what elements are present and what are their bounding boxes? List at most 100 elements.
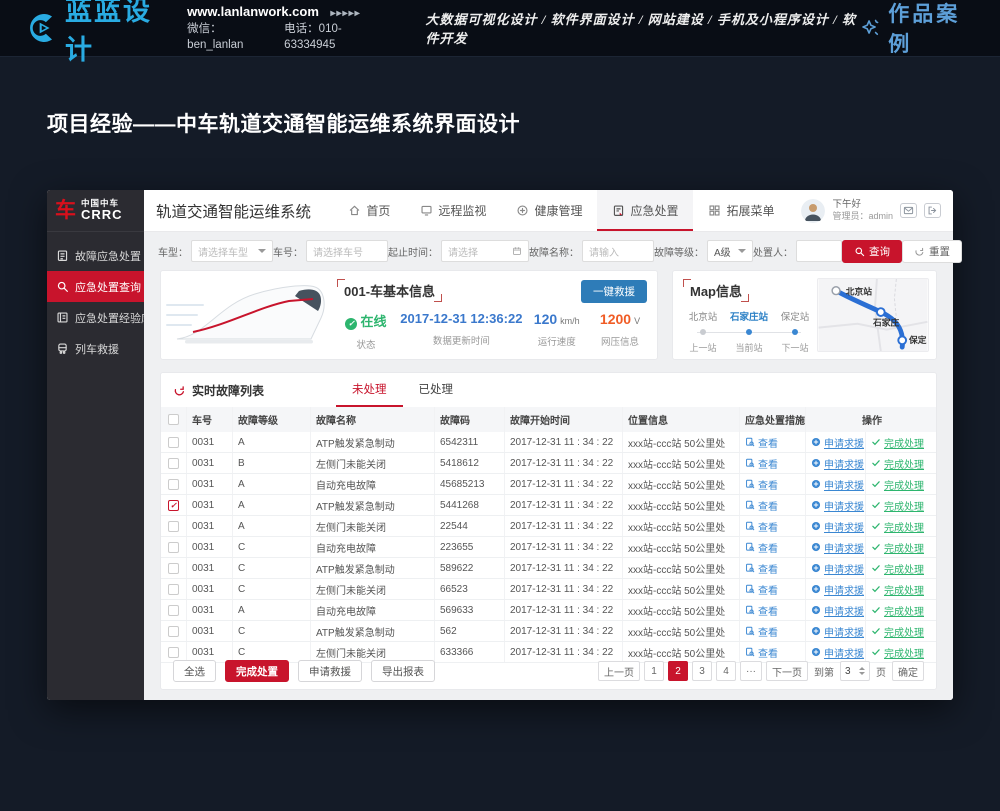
row-checkbox[interactable] xyxy=(161,537,187,557)
complete-action[interactable]: 完成处理 xyxy=(866,516,938,536)
portfolio-link[interactable]: 作品案例 xyxy=(860,0,976,58)
view-action[interactable]: 查看 xyxy=(740,537,806,557)
view-action[interactable]: 查看 xyxy=(740,453,806,473)
row-checkbox[interactable] xyxy=(161,432,187,452)
view-action[interactable]: 查看 xyxy=(740,600,806,620)
request-rescue-action[interactable]: 申请求援 xyxy=(806,642,866,662)
row-checkbox[interactable] xyxy=(161,495,187,515)
plus-circle-icon xyxy=(811,605,821,615)
complete-action[interactable]: 完成处理 xyxy=(866,432,938,452)
complete-action[interactable]: 完成处理 xyxy=(866,642,938,662)
complete-action[interactable]: 完成处理 xyxy=(866,558,938,578)
sidebar-item-emergency-query[interactable]: 应急处置查询 xyxy=(47,271,144,302)
request-rescue-action[interactable]: 申请求援 xyxy=(806,600,866,620)
search-icon xyxy=(854,246,865,257)
page-button[interactable]: 上一页 xyxy=(598,661,640,681)
time-range-input[interactable]: 请选择 xyxy=(441,240,529,262)
fault-name-input[interactable]: 请输入 xyxy=(582,240,654,262)
request-rescue-action[interactable]: 申请求援 xyxy=(806,432,866,452)
table-row: 0031 A ATP触发紧急制动 5441268 2017-12-31 11 :… xyxy=(161,495,936,516)
pagination: 上一页1234···下一页 到第 3 页 确定 xyxy=(598,661,924,681)
page-jump-input[interactable]: 3 xyxy=(840,661,870,681)
view-action[interactable]: 查看 xyxy=(740,474,806,494)
request-rescue-action[interactable]: 申请求援 xyxy=(806,495,866,515)
request-rescue-action[interactable]: 申请求援 xyxy=(806,579,866,599)
complete-action[interactable]: 完成处理 xyxy=(866,579,938,599)
logout-button[interactable] xyxy=(924,203,941,218)
page-button[interactable]: 下一页 xyxy=(766,661,808,681)
view-action[interactable]: 查看 xyxy=(740,432,806,452)
request-rescue-action[interactable]: 申请求援 xyxy=(806,558,866,578)
export-report-button[interactable]: 导出报表 xyxy=(371,660,435,682)
tab-unhandled[interactable]: 未处理 xyxy=(336,373,403,407)
complete-action[interactable]: 完成处理 xyxy=(866,495,938,515)
row-checkbox[interactable] xyxy=(161,516,187,536)
row-checkbox[interactable] xyxy=(161,600,187,620)
car-no-input[interactable]: 请选择车号 xyxy=(306,240,388,262)
nav-home[interactable]: 首页 xyxy=(333,190,405,231)
messages-button[interactable] xyxy=(900,203,917,218)
select-all-checkbox[interactable] xyxy=(161,407,187,432)
cell-fault-name: ATP触发紧急制动 xyxy=(311,558,435,578)
sidebar-item-label: 故障应急处置 xyxy=(75,248,141,264)
view-action[interactable]: 查看 xyxy=(740,621,806,641)
page-button[interactable]: 1 xyxy=(644,661,664,681)
sidebar-item-train-rescue[interactable]: 列车救援 xyxy=(47,333,144,364)
map-card-title: Map信息 xyxy=(683,279,749,302)
filter-bar: 车型： 请选择车型 车号： 请选择车号 起止时间： 请选择 xyxy=(158,237,939,265)
complete-action[interactable]: 完成处理 xyxy=(866,453,938,473)
row-checkbox[interactable] xyxy=(161,453,187,473)
website-url[interactable]: www.lanlanwork.com xyxy=(187,4,319,19)
view-doc-icon xyxy=(745,479,755,489)
request-rescue-action[interactable]: 申请求援 xyxy=(806,474,866,494)
row-checkbox[interactable] xyxy=(161,621,187,641)
complete-handle-button[interactable]: 完成处置 xyxy=(225,660,289,682)
complete-action[interactable]: 完成处理 xyxy=(866,600,938,620)
nav-health[interactable]: 健康管理 xyxy=(501,190,597,231)
nav-more-menu[interactable]: 拓展菜单 xyxy=(693,190,789,231)
map-thumbnail[interactable]: 北京站 石家庄 保定 xyxy=(817,278,929,352)
complete-action[interactable]: 完成处理 xyxy=(866,474,938,494)
nav-emergency[interactable]: 应急处置 xyxy=(597,190,693,231)
row-checkbox[interactable] xyxy=(161,474,187,494)
fault-level-select[interactable]: A级 xyxy=(707,240,753,262)
request-rescue-action[interactable]: 申请求援 xyxy=(806,537,866,557)
page-button[interactable]: 3 xyxy=(692,661,712,681)
request-rescue-action[interactable]: 申请求援 xyxy=(806,516,866,536)
apply-rescue-button[interactable]: 申请救援 xyxy=(298,660,362,682)
view-action[interactable]: 查看 xyxy=(740,495,806,515)
select-all-button[interactable]: 全选 xyxy=(173,660,216,682)
page-button[interactable]: 4 xyxy=(716,661,736,681)
row-checkbox[interactable] xyxy=(161,558,187,578)
one-key-rescue-button[interactable]: 一键救援 xyxy=(581,280,647,303)
view-action[interactable]: 查看 xyxy=(740,558,806,578)
view-action[interactable]: 查看 xyxy=(740,642,806,662)
request-rescue-action[interactable]: 申请求援 xyxy=(806,453,866,473)
time-range-label: 起止时间： xyxy=(388,244,438,259)
view-action[interactable]: 查看 xyxy=(740,516,806,536)
view-action[interactable]: 查看 xyxy=(740,579,806,599)
reset-button[interactable]: 重置 xyxy=(902,240,962,263)
check-icon xyxy=(871,563,881,573)
clipboard-icon xyxy=(56,249,69,262)
search-button[interactable]: 查询 xyxy=(842,240,902,263)
stepper-icon[interactable] xyxy=(859,667,865,675)
handler-input[interactable] xyxy=(796,240,842,262)
page-button[interactable]: 2 xyxy=(668,661,688,681)
avatar[interactable] xyxy=(801,199,825,223)
nav-remote-monitor[interactable]: 远程监视 xyxy=(405,190,501,231)
check-icon xyxy=(871,542,881,552)
refresh-icon[interactable] xyxy=(173,384,186,397)
request-rescue-action[interactable]: 申请求援 xyxy=(806,621,866,641)
row-checkbox[interactable] xyxy=(161,642,187,662)
confirm-page-button[interactable]: 确定 xyxy=(892,661,924,681)
sidebar-item-experience-lib[interactable]: 应急处置经验库 xyxy=(47,302,144,333)
car-type-select[interactable]: 请选择车型 xyxy=(191,240,273,262)
row-checkbox[interactable] xyxy=(161,579,187,599)
tab-handled[interactable]: 已处理 xyxy=(403,373,470,407)
complete-action[interactable]: 完成处理 xyxy=(866,537,938,557)
cell-start-time: 2017-12-31 11 : 34 : 22 xyxy=(505,474,623,494)
complete-action[interactable]: 完成处理 xyxy=(866,621,938,641)
sidebar-item-fault-emergency[interactable]: 故障应急处置 xyxy=(47,240,144,271)
page-button[interactable]: ··· xyxy=(740,661,762,681)
